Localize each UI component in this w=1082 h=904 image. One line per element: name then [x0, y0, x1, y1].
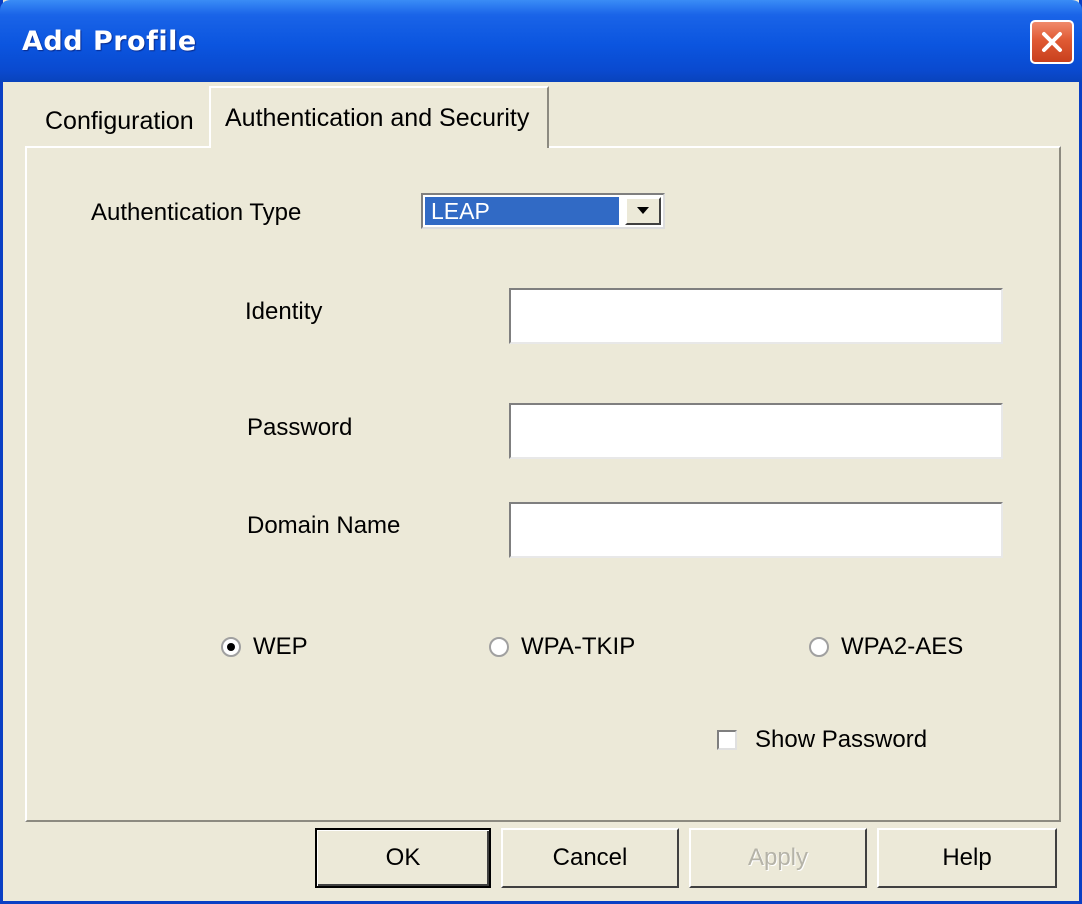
password-input[interactable] — [509, 403, 1003, 459]
domain-name-label: Domain Name — [247, 512, 401, 539]
apply-button[interactable]: Apply — [689, 828, 867, 888]
tab-authentication-security[interactable]: Authentication and Security — [209, 86, 549, 148]
identity-input[interactable] — [509, 288, 1003, 344]
window-title: Add Profile — [22, 26, 197, 57]
tab-configuration[interactable]: Configuration — [45, 107, 194, 136]
radio-wpa-tkip[interactable]: WPA-TKIP — [489, 633, 635, 661]
identity-label: Identity — [245, 298, 323, 325]
help-button[interactable]: Help — [877, 828, 1057, 888]
radio-button-checked[interactable] — [221, 637, 241, 657]
dropdown-button[interactable] — [625, 197, 661, 225]
radio-button[interactable] — [489, 637, 509, 657]
cancel-button[interactable]: Cancel — [501, 828, 679, 888]
chevron-down-icon — [637, 202, 649, 220]
password-label: Password — [247, 414, 353, 441]
close-icon — [1040, 30, 1064, 54]
radio-wep-label: WEP — [253, 633, 308, 660]
title-bar[interactable]: Add Profile — [0, 0, 1082, 82]
auth-type-value: LEAP — [425, 197, 619, 225]
show-password-label: Show Password — [755, 726, 928, 753]
radio-wpa-tkip-label: WPA-TKIP — [521, 633, 636, 660]
show-password-checkbox[interactable]: Show Password — [717, 726, 927, 754]
tab-panel — [25, 146, 1061, 822]
checkbox-box[interactable] — [717, 730, 737, 750]
radio-wpa2-aes[interactable]: WPA2-AES — [809, 633, 963, 661]
ok-button[interactable]: OK — [315, 828, 491, 888]
radio-wep[interactable]: WEP — [221, 633, 308, 661]
auth-type-label: Authentication Type — [91, 199, 302, 226]
domain-name-input[interactable] — [509, 502, 1003, 558]
auth-type-select[interactable]: LEAP — [421, 193, 665, 229]
close-button[interactable] — [1030, 20, 1074, 64]
add-profile-dialog: Add Profile Configuration Authentication… — [0, 0, 1082, 904]
radio-button[interactable] — [809, 637, 829, 657]
radio-wpa2-aes-label: WPA2-AES — [841, 633, 964, 660]
